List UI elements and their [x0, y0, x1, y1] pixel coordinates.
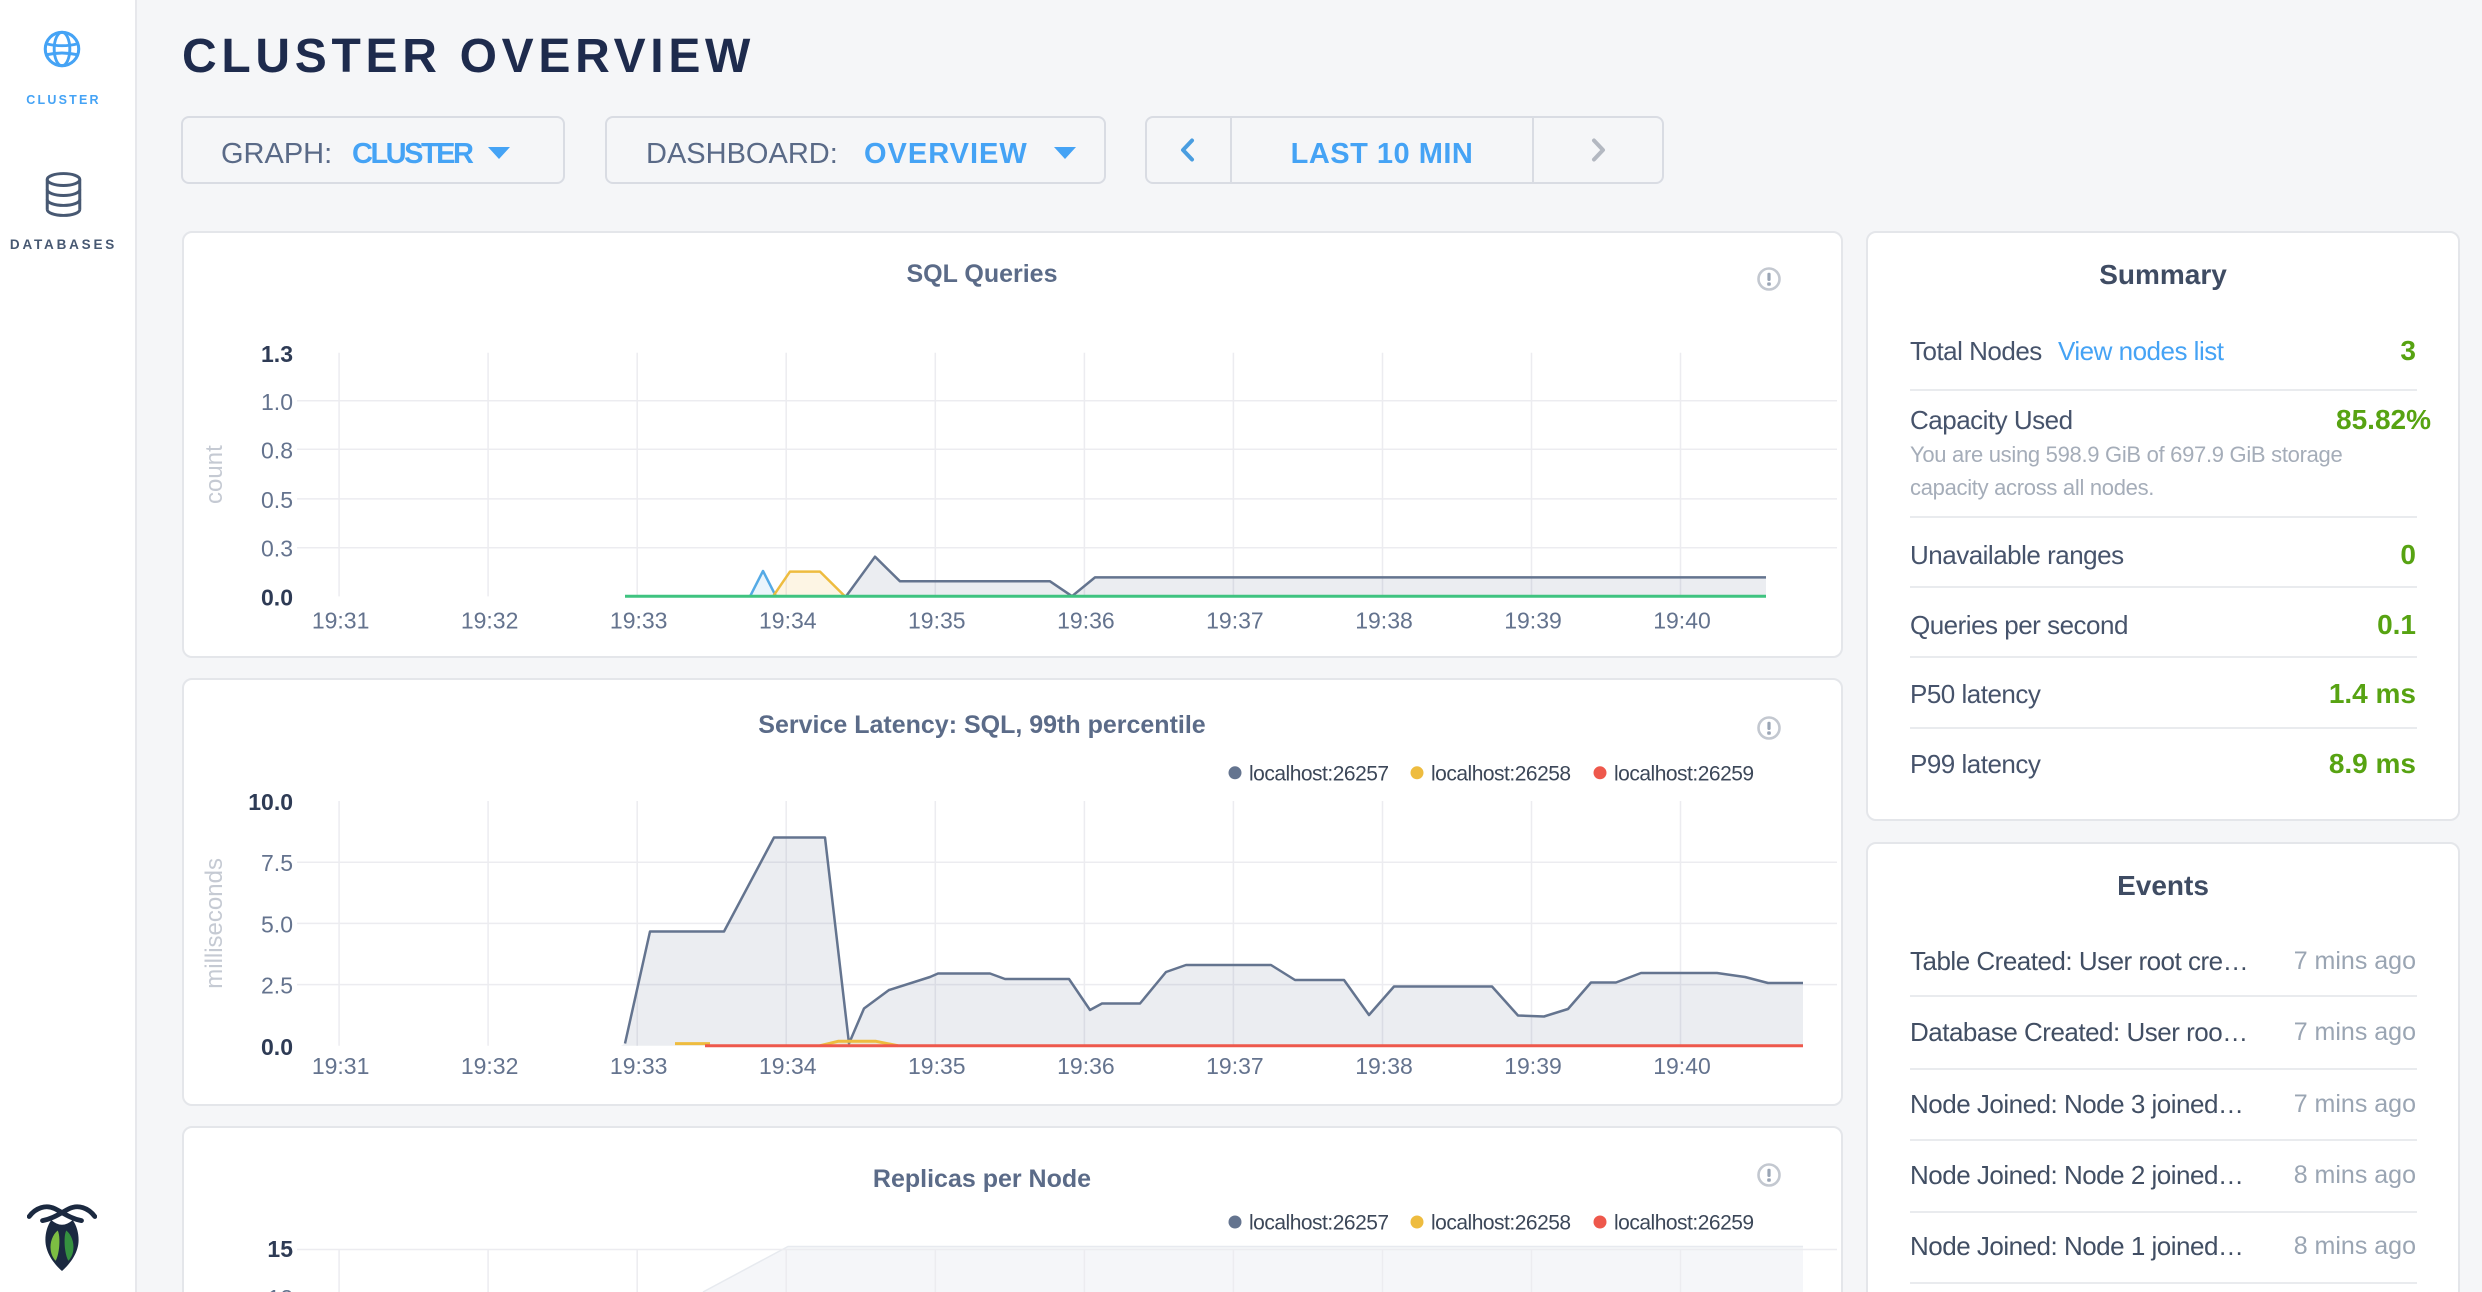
svg-text:0.5: 0.5	[261, 487, 293, 513]
svg-text:19:39: 19:39	[1504, 608, 1562, 634]
svg-text:19:34: 19:34	[759, 1053, 817, 1079]
svg-text:Service Latency: SQL, 99th per: Service Latency: SQL, 99th percentile	[758, 711, 1205, 739]
svg-text:milliseconds: milliseconds	[201, 858, 228, 989]
svg-text:12: 12	[267, 1285, 293, 1292]
svg-text:2.5: 2.5	[261, 973, 293, 999]
svg-text:localhost:26257: localhost:26257	[1249, 762, 1389, 785]
svg-text:19:37: 19:37	[1206, 608, 1264, 634]
svg-text:0.8: 0.8	[261, 437, 293, 463]
svg-text:0.3: 0.3	[261, 536, 293, 562]
svg-text:19:33: 19:33	[610, 608, 668, 634]
svg-text:localhost:26258: localhost:26258	[1431, 1212, 1571, 1235]
svg-text:localhost:26259: localhost:26259	[1614, 762, 1754, 785]
svg-text:19:40: 19:40	[1653, 1053, 1711, 1079]
svg-text:19:36: 19:36	[1057, 608, 1115, 634]
svg-text:1.3: 1.3	[261, 341, 293, 367]
svg-text:19:33: 19:33	[610, 1053, 668, 1079]
svg-text:19:36: 19:36	[1057, 1053, 1115, 1079]
svg-text:19:37: 19:37	[1206, 1053, 1264, 1079]
svg-text:1.0: 1.0	[261, 389, 293, 415]
svg-text:localhost:26259: localhost:26259	[1614, 1212, 1754, 1235]
svg-text:19:35: 19:35	[908, 608, 966, 634]
svg-text:19:34: 19:34	[759, 608, 817, 634]
svg-text:19:31: 19:31	[312, 608, 370, 634]
svg-text:19:32: 19:32	[461, 1053, 519, 1079]
svg-text:5.0: 5.0	[261, 911, 293, 937]
svg-text:localhost:26257: localhost:26257	[1249, 1212, 1389, 1235]
svg-text:0.0: 0.0	[261, 1034, 293, 1060]
svg-text:localhost:26258: localhost:26258	[1431, 762, 1571, 785]
svg-text:10.0: 10.0	[248, 789, 293, 815]
svg-text:19:31: 19:31	[312, 1053, 370, 1079]
svg-text:count: count	[201, 445, 228, 504]
svg-text:7.5: 7.5	[261, 850, 293, 876]
svg-text:0.0: 0.0	[261, 584, 293, 610]
svg-text:Replicas per Node: Replicas per Node	[873, 1165, 1091, 1193]
svg-text:SQL Queries: SQL Queries	[907, 260, 1058, 288]
svg-text:15: 15	[267, 1236, 293, 1262]
svg-text:19:35: 19:35	[908, 1053, 966, 1079]
svg-text:19:39: 19:39	[1504, 1053, 1562, 1079]
svg-text:19:38: 19:38	[1355, 608, 1413, 634]
svg-text:19:40: 19:40	[1653, 608, 1711, 634]
svg-text:19:38: 19:38	[1355, 1053, 1413, 1079]
svg-text:19:32: 19:32	[461, 608, 519, 634]
